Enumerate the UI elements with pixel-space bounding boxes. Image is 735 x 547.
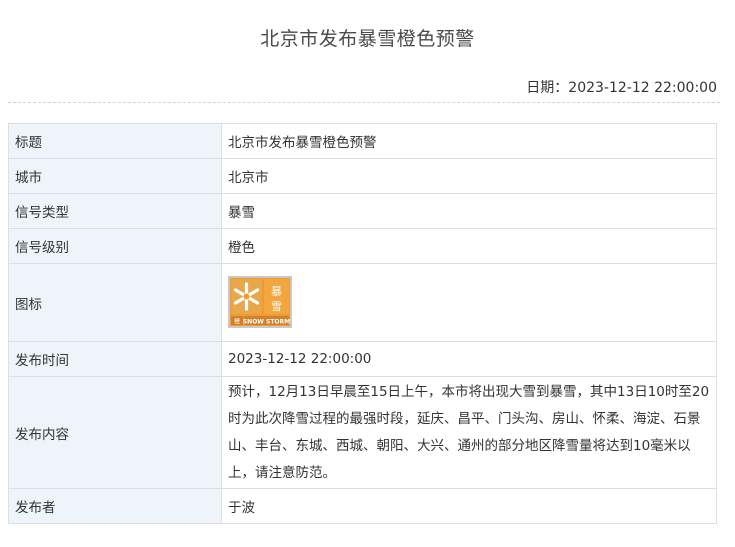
row-value: 2023-12-12 22:00:00 [221,341,717,377]
row-label: 发布内容 [8,376,222,489]
row-value: 预计，12月13日早晨至15日上午，本市将出现大雪到暴雪，其中13日10时至20… [221,376,717,489]
table-row-publisher: 发布者 于波 [8,488,717,524]
row-label: 标题 [8,123,222,159]
page-title: 北京市发布暴雪橙色预警 [260,28,475,50]
snowstorm-orange-warning-icon: 暴 雪 橙 SNOW STORM [228,275,292,332]
table-row-signal-type: 信号类型 暴雪 [8,193,717,229]
row-value: 于波 [221,488,717,524]
row-label: 发布者 [8,488,222,524]
svg-text:橙: 橙 [234,317,240,325]
row-label: 信号级别 [8,228,222,264]
row-label: 信号类型 [8,193,222,229]
table-row-content: 发布内容 预计，12月13日早晨至15日上午，本市将出现大雪到暴雪，其中13日1… [8,376,717,489]
svg-text:雪: 雪 [271,300,282,313]
publish-date: 日期：2023-12-12 22:00:00 [526,80,717,96]
table-row-icon: 图标 暴 雪 橙 SNOW STORM [8,263,717,342]
row-value: 暴 雪 橙 SNOW STORM [221,263,717,342]
row-label: 发布时间 [8,341,222,377]
warning-info-table: 标题 北京市发布暴雪橙色预警 城市 北京市 信号类型 暴雪 信号级别 橙色 图标 [8,123,717,524]
row-label: 图标 [8,263,222,342]
svg-text:暴: 暴 [271,285,282,298]
row-value: 暴雪 [221,193,717,229]
row-value: 橙色 [221,228,717,264]
table-row-signal-level: 信号级别 橙色 [8,228,717,264]
row-value: 北京市 [221,158,717,194]
row-value: 北京市发布暴雪橙色预警 [221,123,717,159]
row-label: 城市 [8,158,222,194]
table-row-city: 城市 北京市 [8,158,717,194]
svg-text:SNOW STORM: SNOW STORM [243,318,290,325]
table-row-title: 标题 北京市发布暴雪橙色预警 [8,123,717,159]
divider [8,102,720,103]
table-row-publish-time: 发布时间 2023-12-12 22:00:00 [8,341,717,377]
